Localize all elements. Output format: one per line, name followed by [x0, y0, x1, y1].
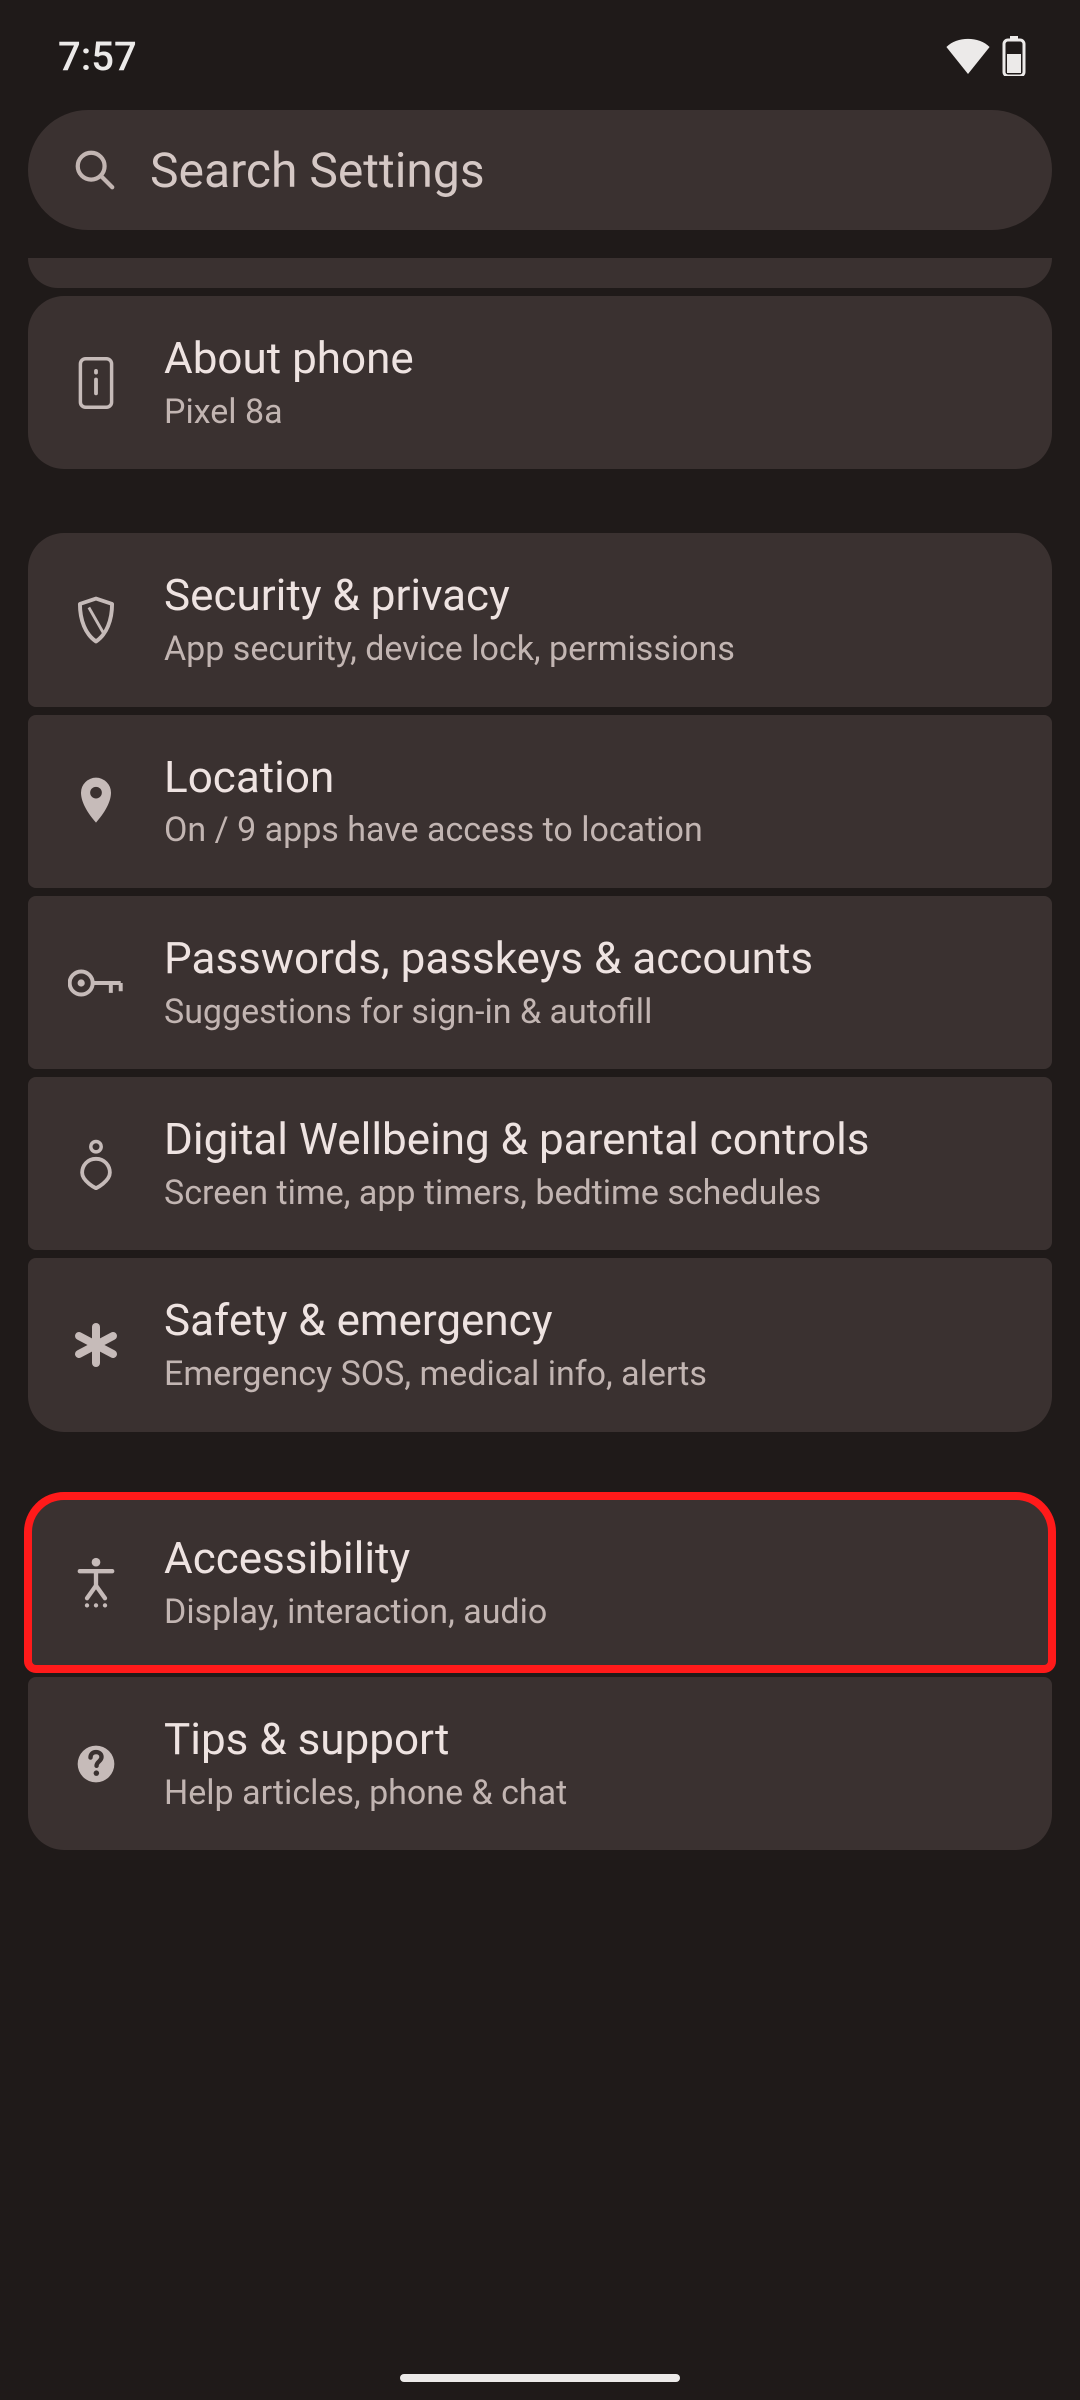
wellbeing-icon [68, 1136, 124, 1192]
item-title: Accessibility [164, 1532, 1012, 1585]
settings-item-tips[interactable]: Tips & support Help articles, phone & ch… [28, 1677, 1052, 1850]
settings-item-passwords[interactable]: Passwords, passkeys & accounts Suggestio… [28, 896, 1052, 1069]
status-bar: 7:57 [0, 0, 1080, 90]
item-title: Passwords, passkeys & accounts [164, 932, 1012, 985]
settings-item-safety[interactable]: Safety & emergency Emergency SOS, medica… [28, 1258, 1052, 1431]
settings-item-location[interactable]: Location On / 9 apps have access to loca… [28, 715, 1052, 888]
settings-item-about-phone[interactable]: About phone Pixel 8a [28, 296, 1052, 469]
item-title: About phone [164, 332, 1012, 385]
search-icon [72, 147, 118, 193]
settings-item-accessibility[interactable]: Accessibility Display, interaction, audi… [28, 1496, 1052, 1669]
help-icon [68, 1736, 124, 1792]
status-icons [946, 36, 1026, 76]
item-subtitle: Suggestions for sign-in & autofill [164, 991, 1012, 1034]
status-time: 7:57 [58, 33, 137, 80]
settings-item-wellbeing[interactable]: Digital Wellbeing & parental controls Sc… [28, 1077, 1052, 1250]
item-subtitle: Pixel 8a [164, 391, 1012, 434]
item-title: Tips & support [164, 1713, 1012, 1766]
item-subtitle: App security, device lock, permissions [164, 628, 1012, 671]
item-subtitle: On / 9 apps have access to location [164, 809, 1012, 852]
medical-asterisk-icon [68, 1317, 124, 1373]
battery-icon [1002, 36, 1026, 76]
item-subtitle: Emergency SOS, medical info, alerts [164, 1353, 1012, 1396]
item-title: Security & privacy [164, 569, 1012, 622]
search-bar[interactable]: Search Settings [28, 110, 1052, 230]
item-subtitle: Screen time, app timers, bedtime schedul… [164, 1172, 1012, 1215]
wifi-icon [946, 38, 990, 74]
key-icon [68, 955, 124, 1011]
navigation-handle[interactable] [400, 2374, 680, 2382]
search-placeholder: Search Settings [150, 142, 485, 199]
phone-info-icon [68, 355, 124, 411]
location-pin-icon [68, 773, 124, 829]
item-subtitle: Help articles, phone & chat [164, 1772, 1012, 1815]
settings-list: About phone Pixel 8a Security & privacy … [0, 258, 1080, 1850]
item-title: Digital Wellbeing & parental controls [164, 1113, 1012, 1166]
item-subtitle: Display, interaction, audio [164, 1591, 1012, 1634]
shield-icon [68, 592, 124, 648]
item-title: Location [164, 751, 1012, 804]
accessibility-icon [68, 1554, 124, 1610]
settings-item-security[interactable]: Security & privacy App security, device … [28, 533, 1052, 706]
item-title: Safety & emergency [164, 1294, 1012, 1347]
partial-card-top[interactable] [28, 258, 1052, 288]
